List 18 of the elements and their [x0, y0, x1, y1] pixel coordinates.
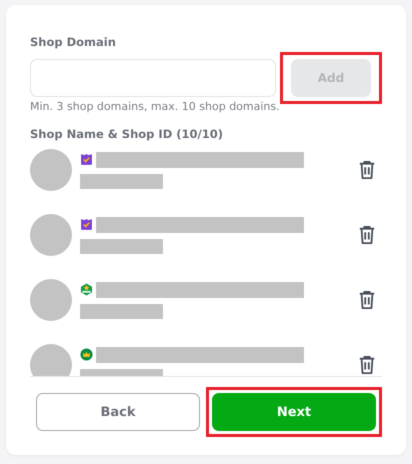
crown-badge-icon: [80, 348, 93, 361]
trash-icon[interactable]: [358, 225, 376, 245]
trash-icon[interactable]: [358, 160, 376, 180]
check-badge-icon: [80, 218, 93, 231]
section-label: Shop Name & Shop ID (10/10): [30, 127, 224, 143]
input-field[interactable]: [30, 59, 276, 97]
trash-icon[interactable]: [358, 290, 376, 310]
back-button[interactable]: Back: [36, 393, 200, 431]
trash-icon[interactable]: [358, 355, 376, 375]
avatar: [30, 214, 72, 256]
avatar: [30, 344, 72, 376]
avatar: [30, 279, 72, 321]
next-button[interactable]: Next: [212, 393, 376, 431]
hint-text: Min. 3 shop domains, max. 10 shop domains.: [30, 100, 281, 113]
check-badge-icon: [80, 153, 93, 166]
avatar: [30, 149, 72, 191]
field-label: Shop Domain: [30, 35, 117, 51]
star-badge-icon: [80, 283, 93, 296]
